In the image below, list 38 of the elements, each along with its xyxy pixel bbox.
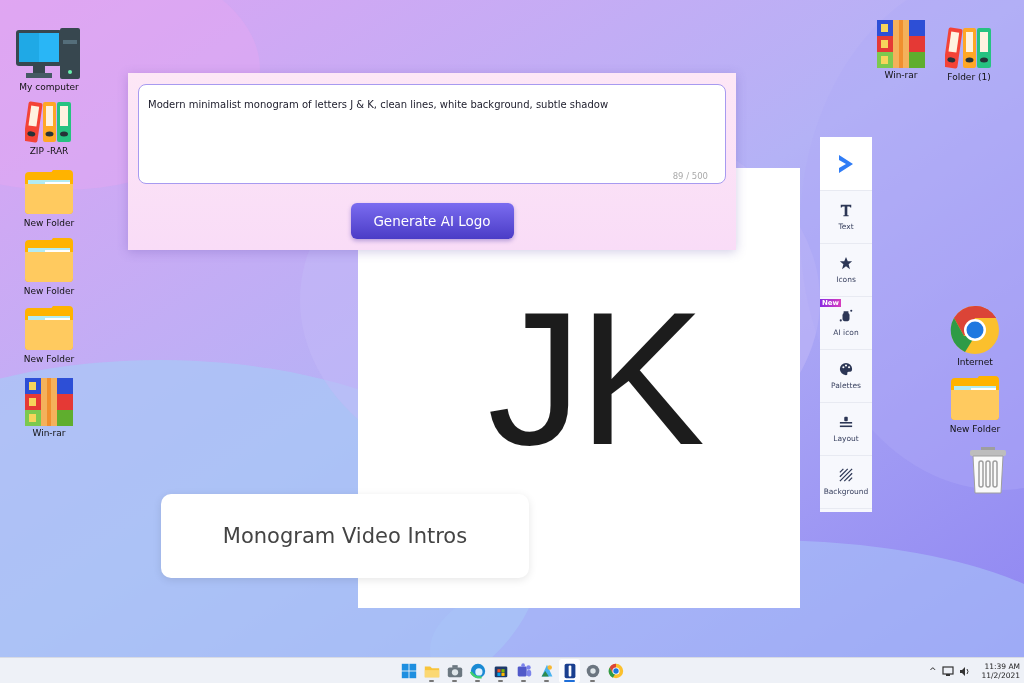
windows-start-icon [399, 662, 418, 680]
archive-icon [25, 378, 73, 426]
caption-text: Monogram Video Intros [222, 524, 468, 548]
icon-label[interactable]: Win-rar [32, 428, 66, 438]
archive-icon [877, 20, 925, 68]
icon-label[interactable]: New Folder [23, 286, 75, 296]
icon-label[interactable]: Win-rar [884, 70, 918, 80]
layout-icon [839, 415, 853, 429]
folder-icon [25, 306, 73, 352]
taskbar-app[interactable] [559, 659, 580, 683]
network-icon [941, 665, 954, 677]
camera-icon [445, 662, 464, 680]
binders-icon [945, 26, 993, 70]
generate-button[interactable]: Generate AI Logo [350, 202, 514, 239]
browser-icon [606, 662, 625, 680]
computer-icon [16, 28, 82, 80]
trash-icon [968, 447, 1008, 495]
folder-icon [25, 170, 73, 216]
icon-label[interactable]: Folder (1) [947, 72, 991, 82]
palette-icon [839, 362, 853, 376]
icon-label[interactable]: New Folder [949, 424, 1001, 434]
icon-label[interactable]: ZIP -RAR [29, 146, 69, 156]
monogram-logo: JK [486, 277, 703, 479]
folder-icon [951, 376, 999, 422]
hatch-icon [839, 468, 853, 482]
text-tool-icon [839, 203, 853, 217]
folder-icon [25, 238, 73, 284]
browser-icon [468, 662, 487, 680]
star-icon [839, 256, 853, 270]
icon-label[interactable]: New Folder [23, 354, 75, 364]
icon-label[interactable]: New Folder [23, 218, 75, 228]
icon-label[interactable]: Internet [957, 357, 993, 367]
browser-icon [950, 305, 1000, 355]
speaker-icon [958, 665, 971, 677]
tray-chevron[interactable]: ^ [929, 666, 937, 676]
binders-icon [25, 100, 73, 144]
icon-label[interactable]: My computer [19, 82, 79, 92]
character-counter: 89 / 500 [672, 170, 708, 181]
